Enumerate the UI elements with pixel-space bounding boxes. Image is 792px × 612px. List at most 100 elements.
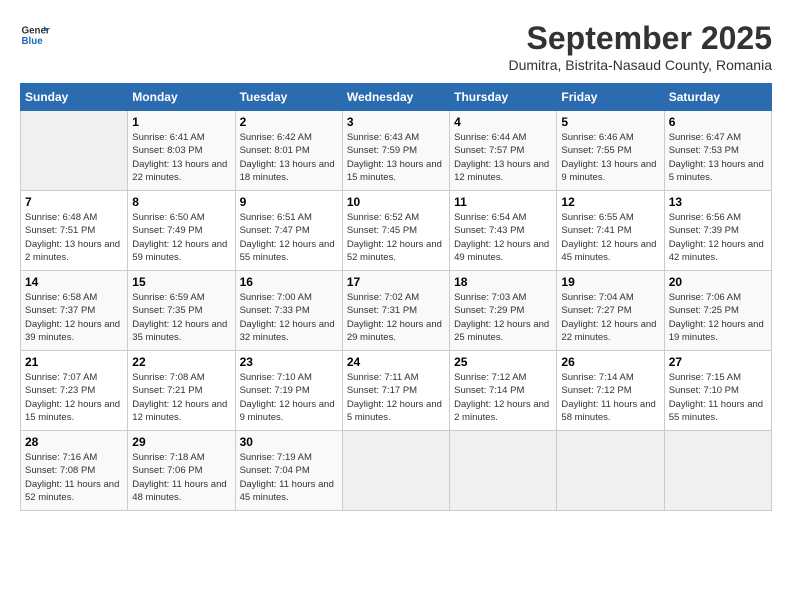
day-info: Sunrise: 6:58 AMSunset: 7:37 PMDaylight:…: [25, 291, 123, 344]
day-number: 16: [240, 275, 338, 289]
day-info: Sunrise: 7:11 AMSunset: 7:17 PMDaylight:…: [347, 371, 445, 424]
day-info: Sunrise: 7:12 AMSunset: 7:14 PMDaylight:…: [454, 371, 552, 424]
day-info: Sunrise: 6:55 AMSunset: 7:41 PMDaylight:…: [561, 211, 659, 264]
day-number: 18: [454, 275, 552, 289]
calendar-cell: 2 Sunrise: 6:42 AMSunset: 8:01 PMDaylight…: [235, 111, 342, 191]
calendar-cell: 8Sunrise: 6:50 AMSunset: 7:49 PMDaylight…: [128, 191, 235, 271]
calendar-cell: 19 Sunrise: 7:04 AMSunset: 7:27 PMDayligh…: [557, 271, 664, 351]
day-number: 13: [669, 195, 767, 209]
day-number: 21: [25, 355, 123, 369]
calendar-week-row: 1 Sunrise: 6:41 AMSunset: 8:03 PMDaylight…: [21, 111, 772, 191]
day-info: Sunrise: 6:51 AMSunset: 7:47 PMDaylight:…: [240, 211, 338, 264]
calendar-cell: 4Sunrise: 6:44 AMSunset: 7:57 PMDaylight…: [450, 111, 557, 191]
day-info: Sunrise: 7:03 AMSunset: 7:29 PMDaylight:…: [454, 291, 552, 344]
calendar-cell: 3Sunrise: 6:43 AMSunset: 7:59 PMDaylight…: [342, 111, 449, 191]
day-info: Sunrise: 7:19 AMSunset: 7:04 PMDaylight:…: [240, 451, 338, 504]
calendar-cell: 28 Sunrise: 7:16 AMSunset: 7:08 PMDayligh…: [21, 431, 128, 511]
day-info: Sunrise: 7:07 AMSunset: 7:23 PMDaylight:…: [25, 371, 123, 424]
day-info: Sunrise: 7:04 AMSunset: 7:27 PMDaylight:…: [561, 291, 659, 344]
calendar-cell: 11 Sunrise: 6:54 AMSunset: 7:43 PMDayligh…: [450, 191, 557, 271]
calendar-cell: 27 Sunrise: 7:15 AMSunset: 7:10 PMDayligh…: [664, 351, 771, 431]
day-header-sunday: Sunday: [21, 84, 128, 111]
day-info: Sunrise: 6:52 AMSunset: 7:45 PMDaylight:…: [347, 211, 445, 264]
day-info: Sunrise: 6:41 AMSunset: 8:03 PMDaylight:…: [132, 131, 230, 184]
day-header-wednesday: Wednesday: [342, 84, 449, 111]
calendar-cell: 23Sunrise: 7:10 AMSunset: 7:19 PMDayligh…: [235, 351, 342, 431]
calendar-table: SundayMondayTuesdayWednesdayThursdayFrid…: [20, 83, 772, 511]
calendar-cell: 20 Sunrise: 7:06 AMSunset: 7:25 PMDayligh…: [664, 271, 771, 351]
calendar-cell: 16 Sunrise: 7:00 AMSunset: 7:33 PMDayligh…: [235, 271, 342, 351]
day-number: 5: [561, 115, 659, 129]
calendar-cell: 9 Sunrise: 6:51 AMSunset: 7:47 PMDaylight…: [235, 191, 342, 271]
day-info: Sunrise: 7:06 AMSunset: 7:25 PMDaylight:…: [669, 291, 767, 344]
day-info: Sunrise: 6:43 AMSunset: 7:59 PMDaylight:…: [347, 131, 445, 184]
day-number: 19: [561, 275, 659, 289]
calendar-cell: 24 Sunrise: 7:11 AMSunset: 7:17 PMDayligh…: [342, 351, 449, 431]
day-number: 29: [132, 435, 230, 449]
day-number: 20: [669, 275, 767, 289]
day-number: 7: [25, 195, 123, 209]
day-number: 27: [669, 355, 767, 369]
calendar-cell: 15 Sunrise: 6:59 AMSunset: 7:35 PMDayligh…: [128, 271, 235, 351]
day-number: 26: [561, 355, 659, 369]
day-header-monday: Monday: [128, 84, 235, 111]
svg-text:General: General: [22, 26, 51, 37]
calendar-body: 1 Sunrise: 6:41 AMSunset: 8:03 PMDaylight…: [21, 111, 772, 511]
day-number: 8: [132, 195, 230, 209]
calendar-week-row: 7Sunrise: 6:48 AMSunset: 7:51 PMDaylight…: [21, 191, 772, 271]
calendar-cell: 21 Sunrise: 7:07 AMSunset: 7:23 PMDayligh…: [21, 351, 128, 431]
day-info: Sunrise: 7:14 AMSunset: 7:12 PMDaylight:…: [561, 371, 659, 424]
day-header-friday: Friday: [557, 84, 664, 111]
calendar-cell: 10 Sunrise: 6:52 AMSunset: 7:45 PMDayligh…: [342, 191, 449, 271]
calendar-week-row: 14 Sunrise: 6:58 AMSunset: 7:37 PMDayligh…: [21, 271, 772, 351]
day-number: 2: [240, 115, 338, 129]
calendar-cell: [342, 431, 449, 511]
day-header-tuesday: Tuesday: [235, 84, 342, 111]
day-info: Sunrise: 7:08 AMSunset: 7:21 PMDaylight:…: [132, 371, 230, 424]
calendar-cell: 12Sunrise: 6:55 AMSunset: 7:41 PMDayligh…: [557, 191, 664, 271]
calendar-cell: [557, 431, 664, 511]
day-info: Sunrise: 6:54 AMSunset: 7:43 PMDaylight:…: [454, 211, 552, 264]
day-number: 14: [25, 275, 123, 289]
calendar-cell: [21, 111, 128, 191]
day-number: 28: [25, 435, 123, 449]
day-number: 1: [132, 115, 230, 129]
calendar-cell: 1 Sunrise: 6:41 AMSunset: 8:03 PMDaylight…: [128, 111, 235, 191]
day-number: 15: [132, 275, 230, 289]
day-info: Sunrise: 7:16 AMSunset: 7:08 PMDaylight:…: [25, 451, 123, 504]
calendar-cell: 14 Sunrise: 6:58 AMSunset: 7:37 PMDayligh…: [21, 271, 128, 351]
day-number: 9: [240, 195, 338, 209]
calendar-cell: 29Sunrise: 7:18 AMSunset: 7:06 PMDayligh…: [128, 431, 235, 511]
logo-icon: General Blue: [20, 20, 50, 50]
day-number: 30: [240, 435, 338, 449]
day-number: 23: [240, 355, 338, 369]
day-number: 6: [669, 115, 767, 129]
calendar-week-row: 28 Sunrise: 7:16 AMSunset: 7:08 PMDayligh…: [21, 431, 772, 511]
day-info: Sunrise: 6:56 AMSunset: 7:39 PMDaylight:…: [669, 211, 767, 264]
calendar-cell: 30 Sunrise: 7:19 AMSunset: 7:04 PMDayligh…: [235, 431, 342, 511]
location-subtitle: Dumitra, Bistrita-Nasaud County, Romania: [508, 57, 772, 73]
day-info: Sunrise: 6:42 AMSunset: 8:01 PMDaylight:…: [240, 131, 338, 184]
calendar-cell: 6 Sunrise: 6:47 AMSunset: 7:53 PMDaylight…: [664, 111, 771, 191]
svg-text:Blue: Blue: [22, 36, 44, 47]
month-year-title: September 2025: [508, 20, 772, 57]
title-area: September 2025 Dumitra, Bistrita-Nasaud …: [508, 20, 772, 73]
calendar-cell: 22Sunrise: 7:08 AMSunset: 7:21 PMDayligh…: [128, 351, 235, 431]
day-number: 25: [454, 355, 552, 369]
day-info: Sunrise: 7:02 AMSunset: 7:31 PMDaylight:…: [347, 291, 445, 344]
calendar-header-row: SundayMondayTuesdayWednesdayThursdayFrid…: [21, 84, 772, 111]
calendar-cell: 5 Sunrise: 6:46 AMSunset: 7:55 PMDaylight…: [557, 111, 664, 191]
day-info: Sunrise: 6:59 AMSunset: 7:35 PMDaylight:…: [132, 291, 230, 344]
day-info: Sunrise: 6:46 AMSunset: 7:55 PMDaylight:…: [561, 131, 659, 184]
calendar-cell: 13 Sunrise: 6:56 AMSunset: 7:39 PMDayligh…: [664, 191, 771, 271]
day-number: 11: [454, 195, 552, 209]
calendar-cell: 17Sunrise: 7:02 AMSunset: 7:31 PMDayligh…: [342, 271, 449, 351]
day-info: Sunrise: 6:47 AMSunset: 7:53 PMDaylight:…: [669, 131, 767, 184]
day-info: Sunrise: 7:15 AMSunset: 7:10 PMDaylight:…: [669, 371, 767, 424]
calendar-cell: 26 Sunrise: 7:14 AMSunset: 7:12 PMDayligh…: [557, 351, 664, 431]
day-number: 4: [454, 115, 552, 129]
day-number: 24: [347, 355, 445, 369]
logo: General Blue: [20, 20, 50, 50]
day-number: 10: [347, 195, 445, 209]
day-info: Sunrise: 7:00 AMSunset: 7:33 PMDaylight:…: [240, 291, 338, 344]
